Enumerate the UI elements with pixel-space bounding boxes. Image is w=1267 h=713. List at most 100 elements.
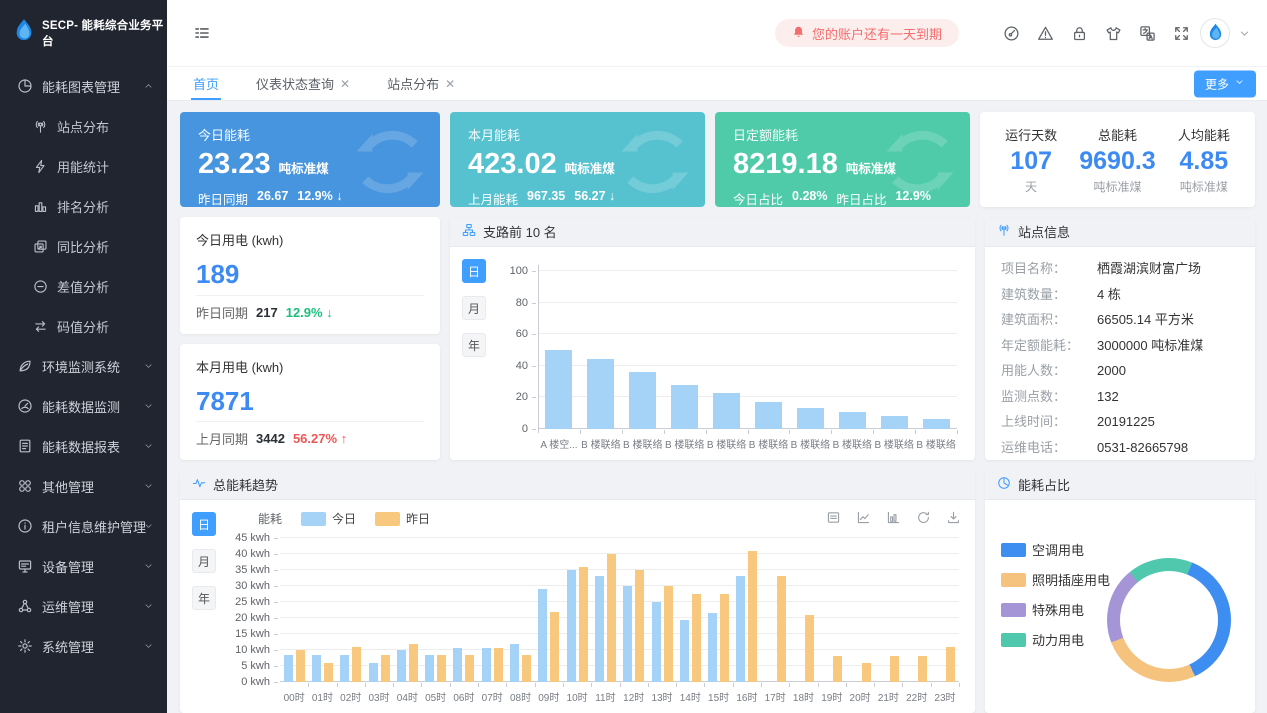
account-expiry-alert[interactable]: 您的账户还有一天到期 bbox=[775, 19, 959, 47]
trend-period-日[interactable]: 日 bbox=[192, 512, 216, 536]
bar-昨日-17时[interactable] bbox=[777, 576, 786, 682]
line-chart-icon[interactable] bbox=[856, 510, 871, 525]
sidebar-item-其他管理[interactable]: 其他管理 bbox=[0, 466, 167, 506]
sidebar-subitem-码值分析[interactable]: 码值分析 bbox=[0, 306, 167, 346]
tab-首页[interactable]: 首页 bbox=[193, 67, 219, 100]
trend-period-月[interactable]: 月 bbox=[192, 549, 216, 573]
pie-legend-item-照明插座用电[interactable]: 照明插座用电 bbox=[1001, 570, 1110, 589]
sidebar-item-租户信息维护管理[interactable]: 租户信息维护管理 bbox=[0, 506, 167, 546]
bar-昨日-11时[interactable] bbox=[607, 554, 616, 682]
sidebar-item-能耗数据报表[interactable]: 能耗数据报表 bbox=[0, 426, 167, 466]
sidebar-subitem-差值分析[interactable]: 差值分析 bbox=[0, 266, 167, 306]
more-tabs-button[interactable]: 更多 bbox=[1194, 70, 1256, 97]
pie-legend-item-特殊用电[interactable]: 特殊用电 bbox=[1001, 600, 1110, 619]
sidebar-item-运维管理[interactable]: 运维管理 bbox=[0, 586, 167, 626]
close-tab-icon[interactable]: ✕ bbox=[445, 77, 455, 91]
bar-支路前 10 名-B 楼联络[interactable] bbox=[881, 416, 908, 429]
bar-支路前 10 名-B 楼联络[interactable] bbox=[587, 359, 614, 429]
bar-昨日-02时[interactable] bbox=[352, 647, 361, 682]
sidebar-subitem-站点分布[interactable]: 站点分布 bbox=[0, 106, 167, 146]
bar-chart-icon[interactable] bbox=[886, 510, 901, 525]
bar-昨日-07时[interactable] bbox=[494, 648, 503, 682]
sidebar-item-系统管理[interactable]: 系统管理 bbox=[0, 626, 167, 666]
bar-昨日-06时[interactable] bbox=[465, 655, 474, 682]
trend-period-年[interactable]: 年 bbox=[192, 586, 216, 610]
pie-legend-item-动力用电[interactable]: 动力用电 bbox=[1001, 630, 1110, 649]
bar-今日-05时[interactable] bbox=[425, 655, 434, 682]
bar-支路前 10 名-B 楼联络[interactable] bbox=[671, 385, 698, 429]
bar-昨日-12时[interactable] bbox=[635, 570, 644, 682]
bar-今日-15时[interactable] bbox=[708, 613, 717, 682]
sidebar-subitem-同比分析[interactable]: 同比分析 bbox=[0, 226, 167, 266]
lock-icon[interactable] bbox=[1071, 25, 1088, 42]
collapse-menu-icon[interactable] bbox=[193, 24, 211, 42]
bar-昨日-05时[interactable] bbox=[437, 655, 446, 682]
bar-今日-09时[interactable] bbox=[538, 589, 547, 682]
bar-支路前 10 名-B 楼联络[interactable] bbox=[839, 412, 866, 429]
bar-支路前 10 名-A 楼空...[interactable] bbox=[545, 350, 572, 429]
bar-昨日-01时[interactable] bbox=[324, 663, 333, 682]
stat-card-本月能耗[interactable]: 本月能耗423.02吨标准煤上月能耗967.3556.27 ↓ bbox=[450, 112, 705, 207]
bar-昨日-15时[interactable] bbox=[720, 594, 729, 682]
bar-支路前 10 名-B 楼联络[interactable] bbox=[755, 402, 782, 429]
stat-card-日定额能耗[interactable]: 日定额能耗8219.18吨标准煤今日占比0.28%昨日占比12.9% bbox=[715, 112, 970, 207]
sidebar-item-设备管理[interactable]: 设备管理 bbox=[0, 546, 167, 586]
branch-period-日[interactable]: 日 bbox=[462, 259, 486, 283]
legend-item-今日[interactable]: 今日 bbox=[301, 510, 356, 527]
bar-支路前 10 名-B 楼联络[interactable] bbox=[797, 408, 824, 429]
bar-今日-06时[interactable] bbox=[453, 648, 462, 682]
theme-shirt-icon[interactable] bbox=[1105, 25, 1122, 42]
bar-昨日-10时[interactable] bbox=[579, 567, 588, 682]
bar-支路前 10 名-B 楼联络[interactable] bbox=[713, 393, 740, 429]
refresh-icon[interactable] bbox=[916, 510, 931, 525]
bar-昨日-19时[interactable] bbox=[833, 656, 842, 682]
download-icon[interactable] bbox=[946, 510, 961, 525]
stat-card-今日能耗[interactable]: 今日能耗23.23吨标准煤昨日同期26.6712.9% ↓ bbox=[180, 112, 440, 207]
branch-period-月[interactable]: 月 bbox=[462, 296, 486, 320]
legend-item-昨日[interactable]: 昨日 bbox=[375, 510, 430, 527]
bar-昨日-21时[interactable] bbox=[890, 656, 899, 682]
bar-昨日-22时[interactable] bbox=[918, 656, 927, 682]
bar-支路前 10 名-B 楼联络[interactable] bbox=[923, 419, 950, 429]
bar-今日-10时[interactable] bbox=[567, 570, 576, 682]
palette-icon[interactable] bbox=[1003, 25, 1020, 42]
bar-今日-00时[interactable] bbox=[284, 655, 293, 682]
fullscreen-icon[interactable] bbox=[1173, 25, 1190, 42]
bar-今日-16时[interactable] bbox=[736, 576, 745, 682]
bar-昨日-00时[interactable] bbox=[296, 650, 305, 682]
warning-icon[interactable] bbox=[1037, 25, 1054, 42]
bar-今日-13时[interactable] bbox=[652, 602, 661, 682]
bar-昨日-20时[interactable] bbox=[862, 663, 871, 682]
user-avatar[interactable] bbox=[1200, 18, 1230, 48]
bar-昨日-13时[interactable] bbox=[664, 586, 673, 682]
bar-今日-08时[interactable] bbox=[510, 644, 519, 682]
bar-今日-01时[interactable] bbox=[312, 655, 321, 682]
bar-昨日-09时[interactable] bbox=[550, 612, 559, 682]
bar-今日-02时[interactable] bbox=[340, 655, 349, 682]
translate-icon[interactable] bbox=[1139, 25, 1156, 42]
bar-今日-14时[interactable] bbox=[680, 620, 689, 682]
bar-昨日-18时[interactable] bbox=[805, 615, 814, 682]
sidebar-item-环境监测系统[interactable]: 环境监测系统 bbox=[0, 346, 167, 386]
bar-昨日-23时[interactable] bbox=[946, 647, 955, 682]
tab-站点分布[interactable]: 站点分布✕ bbox=[387, 67, 455, 100]
pie-legend-item-空调用电[interactable]: 空调用电 bbox=[1001, 540, 1110, 559]
branch-period-年[interactable]: 年 bbox=[462, 333, 486, 357]
close-tab-icon[interactable]: ✕ bbox=[340, 77, 350, 91]
bar-今日-11时[interactable] bbox=[595, 576, 604, 682]
bar-昨日-08时[interactable] bbox=[522, 655, 531, 682]
chevron-down-icon[interactable] bbox=[1238, 27, 1251, 40]
sidebar-subitem-排名分析[interactable]: 排名分析 bbox=[0, 186, 167, 226]
sidebar-item-能耗数据监测[interactable]: 能耗数据监测 bbox=[0, 386, 167, 426]
bar-支路前 10 名-B 楼联络[interactable] bbox=[629, 372, 656, 429]
bar-今日-03时[interactable] bbox=[369, 663, 378, 682]
data-view-icon[interactable] bbox=[826, 510, 841, 525]
bar-今日-04时[interactable] bbox=[397, 650, 406, 682]
sidebar-subitem-用能统计[interactable]: 用能统计 bbox=[0, 146, 167, 186]
bar-昨日-16时[interactable] bbox=[748, 551, 757, 682]
bar-今日-12时[interactable] bbox=[623, 586, 632, 682]
bar-昨日-03时[interactable] bbox=[381, 655, 390, 682]
bar-昨日-14时[interactable] bbox=[692, 594, 701, 682]
bar-昨日-04时[interactable] bbox=[409, 644, 418, 682]
tab-仪表状态查询[interactable]: 仪表状态查询✕ bbox=[256, 67, 350, 100]
